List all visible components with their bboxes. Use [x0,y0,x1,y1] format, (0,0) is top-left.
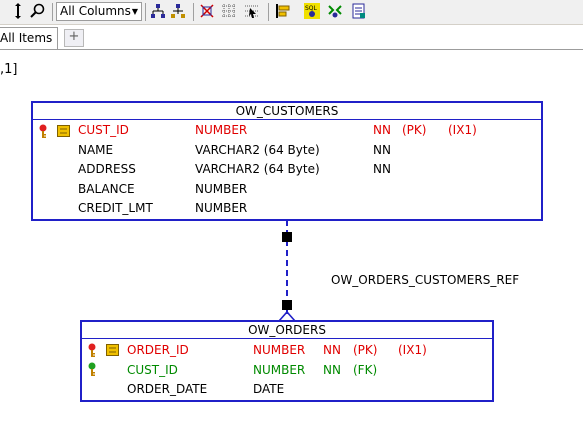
add-tab-button[interactable]: + [64,29,84,47]
relationship-line[interactable] [270,218,310,323]
toolbar-separator [268,3,269,21]
column-name: CUST_ID [78,123,129,137]
foreign-key-icon [88,362,96,376]
index-icon [57,125,70,137]
column-name: ADDRESS [78,162,136,176]
toolbar-separator [52,3,53,21]
column-nn: NN [323,363,341,377]
select-grid-icon[interactable] [244,3,260,19]
column-index: (IX1) [448,123,477,137]
column-nn: NN [373,162,391,176]
search-icon[interactable] [30,3,46,19]
tab-all-items-label: All Items [0,31,53,45]
tab-bar: All Items + [0,25,583,50]
column-name: BALANCE [78,182,135,196]
column-nn: NN [373,123,391,137]
relation-icon[interactable] [327,3,343,19]
primary-key-icon [88,343,96,357]
chevron-down-icon: ▼ [131,7,138,16]
toolbar: All Columns ▼ SQL [0,0,583,25]
entity-ow-customers[interactable]: OW_CUSTOMERS CUST_ID NUMBER NN (PK) (IX1… [31,101,543,221]
toolbar-separator [145,3,146,21]
sort-arrows-icon[interactable] [10,3,26,19]
dotted-grid-icon[interactable] [221,3,237,19]
column-type: VARCHAR2 (64 Byte) [195,162,320,176]
column-type: NUMBER [195,123,248,137]
column-nn: NN [373,143,391,157]
document-icon[interactable] [351,3,367,19]
column-type: NUMBER [253,363,306,377]
column-type: NUMBER [195,201,248,215]
tree-layout-icon[interactable] [170,3,186,19]
column-index: (IX1) [398,343,427,357]
sql-icon[interactable]: SQL [304,3,320,19]
column-name: CREDIT_LMT [78,201,153,215]
relationship-label: OW_ORDERS_CUSTOMERS_REF [331,273,520,287]
toolbar-separator [193,3,194,21]
primary-key-icon [39,124,47,138]
columns-dropdown[interactable]: All Columns ▼ [56,2,142,21]
zoom-label: ,1] [0,62,18,77]
column-nn: NN [323,343,341,357]
column-pk: (PK) [353,343,378,357]
entity-title: OW_CUSTOMERS [33,103,541,120]
column-type: NUMBER [195,182,248,196]
hierarchy-layout-icon[interactable] [150,3,166,19]
column-name: ORDER_ID [127,343,189,357]
plus-icon: + [68,29,80,44]
column-fk: (FK) [353,363,378,377]
index-icon [106,344,119,356]
many-marker-icon [282,300,292,310]
column-type: VARCHAR2 (64 Byte) [195,143,320,157]
column-name: NAME [78,143,114,157]
column-pk: (PK) [402,123,427,137]
column-type: NUMBER [253,343,306,357]
entity-title: OW_ORDERS [82,322,492,339]
columns-dropdown-value: All Columns [60,4,131,18]
align-left-icon[interactable] [275,3,291,19]
grid-red-icon[interactable] [199,3,215,19]
one-marker-icon [282,232,292,242]
column-type: DATE [253,382,285,396]
svg-text:SQL: SQL [305,5,318,12]
column-name: CUST_ID [127,363,178,377]
column-name: ORDER_DATE [127,382,208,396]
tab-all-items[interactable]: All Items [0,27,58,49]
entity-ow-orders[interactable]: OW_ORDERS ORDER_ID NUMBER NN (PK) (IX1) … [80,320,494,402]
